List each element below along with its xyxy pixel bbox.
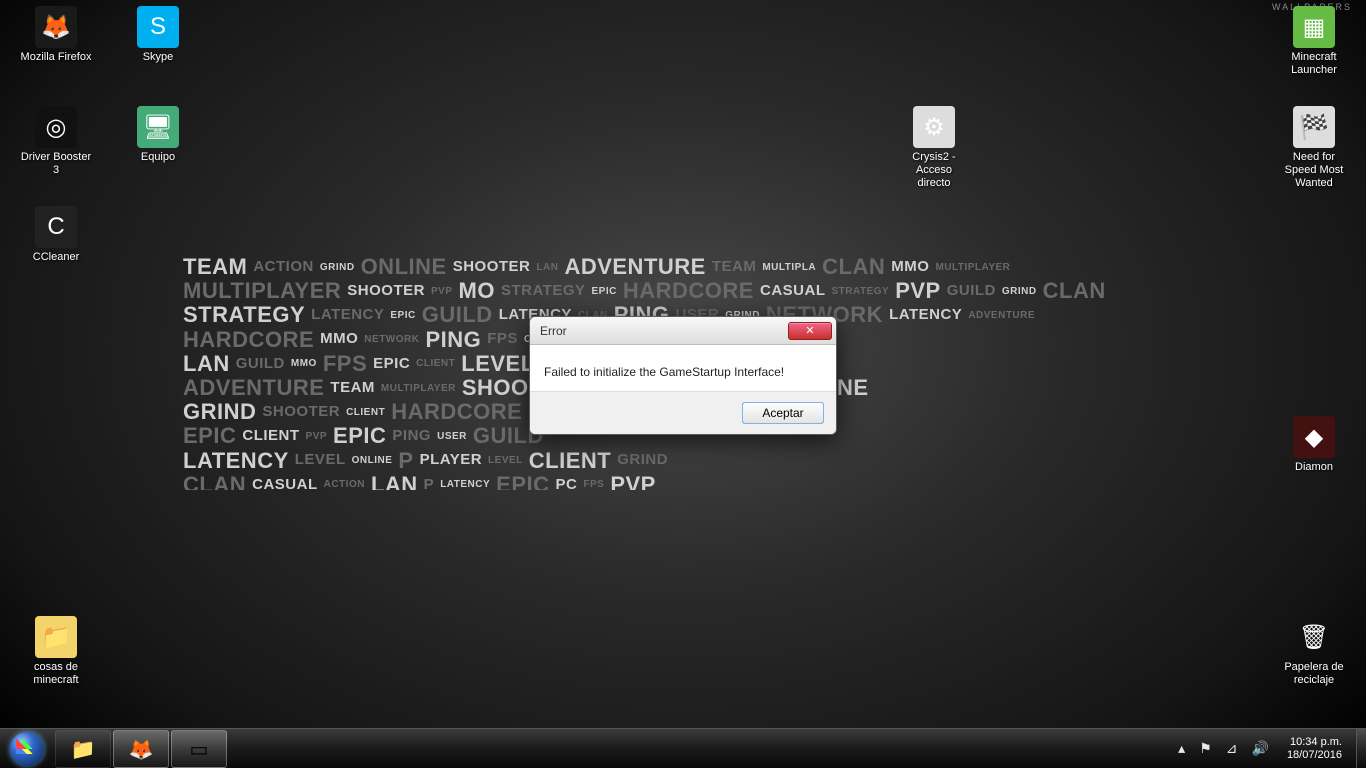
desktop-icon-crysis2[interactable]: ⚙Crysis2 - Acceso directo: [896, 106, 972, 190]
desktop-icon-skype[interactable]: S Skype: [120, 6, 196, 64]
desktop-icon-ccleaner[interactable]: C CCleaner: [18, 206, 94, 264]
error-dialog: Error ✕ Failed to initialize the GameSta…: [529, 316, 837, 435]
desktop-icon-label: Need for Speed Most Wanted: [1276, 151, 1352, 190]
desktop-icon-equipo[interactable]: 🖥 Equipo: [120, 106, 196, 164]
clock-time: 10:34 p.m.: [1287, 736, 1342, 749]
firefox-icon: 🦊: [35, 6, 77, 48]
crysis2-icon: ⚙: [913, 106, 955, 148]
desktop-icon-nfs[interactable]: 🏁Need for Speed Most Wanted: [1276, 106, 1352, 190]
desktop-icon-papelera[interactable]: 🗑 Papelera de reciclaje: [1276, 616, 1352, 687]
taskbar-button-firefox[interactable]: 🦊: [113, 730, 169, 768]
desktop-icon-label: Crysis2 - Acceso directo: [896, 151, 972, 190]
clock-date: 18/07/2016: [1287, 749, 1342, 762]
taskbar-button-explorer[interactable]: 📁: [55, 730, 111, 768]
driverbooster-icon: ◎: [35, 106, 77, 148]
desktop-icon-driverbooster[interactable]: ◎ Driver Booster 3: [18, 106, 94, 177]
system-tray: ▴ ⚑ ⊿ 🔊 10:34 p.m. 18/07/2016: [1168, 736, 1356, 762]
skype-icon: S: [137, 6, 179, 48]
desktop-icon-minecraft[interactable]: ▦ Minecraft Launcher: [1276, 6, 1352, 77]
desktop-icon-firefox[interactable]: 🦊 Mozilla Firefox: [18, 6, 94, 64]
dialog-title: Error: [540, 324, 788, 338]
volume-icon[interactable]: 🔊: [1250, 740, 1271, 757]
desktop-icon-label: cosas de minecraft: [18, 661, 94, 687]
desktop-icon-label: Papelera de reciclaje: [1276, 661, 1352, 687]
desktop-icon-cosas[interactable]: 📁 cosas de minecraft: [18, 616, 94, 687]
desktop-icon-label: CCleaner: [18, 251, 94, 264]
cosas-icon: 📁: [35, 616, 77, 658]
action-center-icon[interactable]: ⚑: [1197, 740, 1214, 757]
ccleaner-icon: C: [35, 206, 77, 248]
firefox-icon: 🦊: [127, 737, 155, 761]
desktop-icon-label: Driver Booster 3: [18, 151, 94, 177]
equipo-icon: 🖥: [137, 106, 179, 148]
dialog-message: Failed to initialize the GameStartup Int…: [530, 345, 836, 391]
explorer-icon: 📁: [69, 737, 97, 761]
desktop-icon-diamon[interactable]: ◆ Diamon: [1276, 416, 1352, 474]
network-icon[interactable]: ⊿: [1224, 740, 1240, 757]
show-hidden-icons[interactable]: ▴: [1176, 740, 1187, 757]
accept-button[interactable]: Aceptar: [742, 402, 824, 424]
desktop-icon-label: Skype: [120, 51, 196, 64]
desktop-icon-label: Minecraft Launcher: [1276, 51, 1352, 77]
start-orb-icon: [10, 732, 44, 766]
close-button[interactable]: ✕: [788, 322, 832, 340]
clock[interactable]: 10:34 p.m. 18/07/2016: [1281, 736, 1348, 762]
show-desktop-button[interactable]: [1356, 729, 1366, 768]
taskbar-button-dialog[interactable]: ▭: [171, 730, 227, 768]
desktop-icon-label: Diamon: [1276, 461, 1352, 474]
nfs-icon: 🏁: [1293, 106, 1335, 148]
dialog-icon: ▭: [185, 737, 213, 761]
taskbar: 📁 🦊 ▭ ▴ ⚑ ⊿ 🔊 10:34 p.m. 18/07/2016: [0, 728, 1366, 768]
papelera-icon: 🗑: [1293, 616, 1335, 658]
dialog-titlebar[interactable]: Error ✕: [530, 317, 836, 345]
desktop-icon-label: Mozilla Firefox: [18, 51, 94, 64]
diamon-icon: ◆: [1293, 416, 1335, 458]
minecraft-icon: ▦: [1293, 6, 1335, 48]
dialog-footer: Aceptar: [530, 391, 836, 434]
start-button[interactable]: [0, 729, 54, 768]
desktop-icon-label: Equipo: [120, 151, 196, 164]
